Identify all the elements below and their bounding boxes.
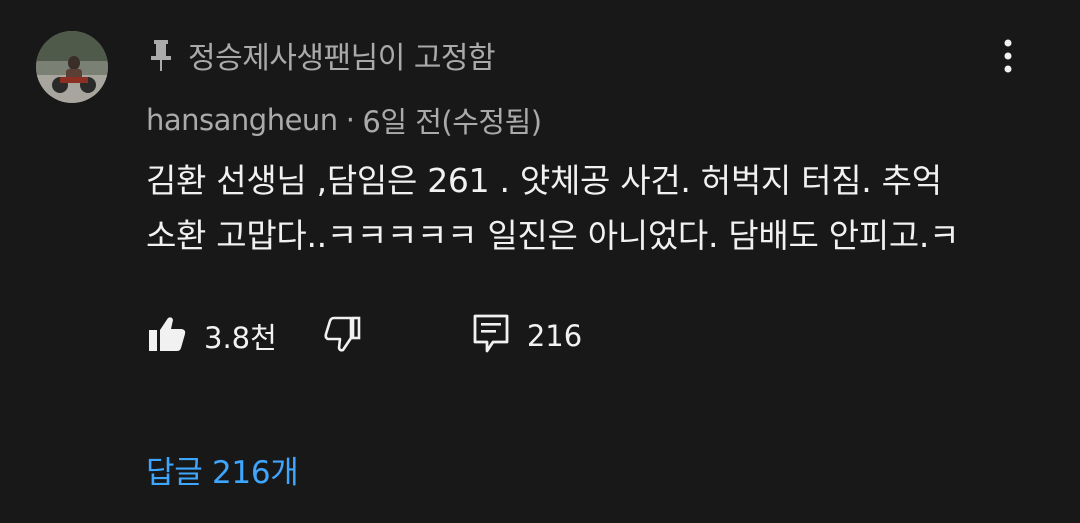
author-name[interactable]: hansangheun [146, 103, 338, 137]
avatar[interactable] [36, 31, 108, 103]
comment-timestamp: 6일 전(수정됨) [362, 105, 542, 139]
dislike-button[interactable] [323, 316, 361, 356]
comment-text-line: 소환 고맙다..ㅋㅋㅋㅋㅋ 일진은 아니었다. 담배도 안피고.ㅋ [146, 216, 960, 255]
comment-meta: hansangheun · 6일 전(수정됨) [146, 97, 542, 143]
reply-count: 216 [526, 319, 583, 353]
view-replies-link[interactable]: 답글 216개 [146, 444, 299, 494]
comment-text-line: 김환 선생님 ,담임은 261 . 얏체공 사건. 허벅지 터짐. 추억 [146, 161, 942, 200]
comment-icon [473, 314, 509, 358]
more-vert-icon[interactable] [990, 34, 1026, 78]
thumb-up-icon [148, 316, 186, 356]
thumb-down-icon [323, 316, 361, 356]
comment-actions: 3.8천 216 [148, 312, 582, 360]
like-button[interactable]: 3.8천 [148, 315, 277, 357]
like-count: 3.8천 [204, 321, 277, 355]
comment-body: 김환 선생님 ,담임은 261 . 얏체공 사건. 허벅지 터짐. 추억소환 고… [146, 153, 1036, 263]
pinned-label: 정승제사생팬님이 고정함 [188, 41, 496, 76]
pinned-indicator: 정승제사생팬님이 고정함 [148, 30, 496, 80]
reply-button[interactable]: 216 [473, 314, 582, 358]
pin-icon [148, 35, 178, 75]
meta-separator: · [345, 103, 355, 137]
